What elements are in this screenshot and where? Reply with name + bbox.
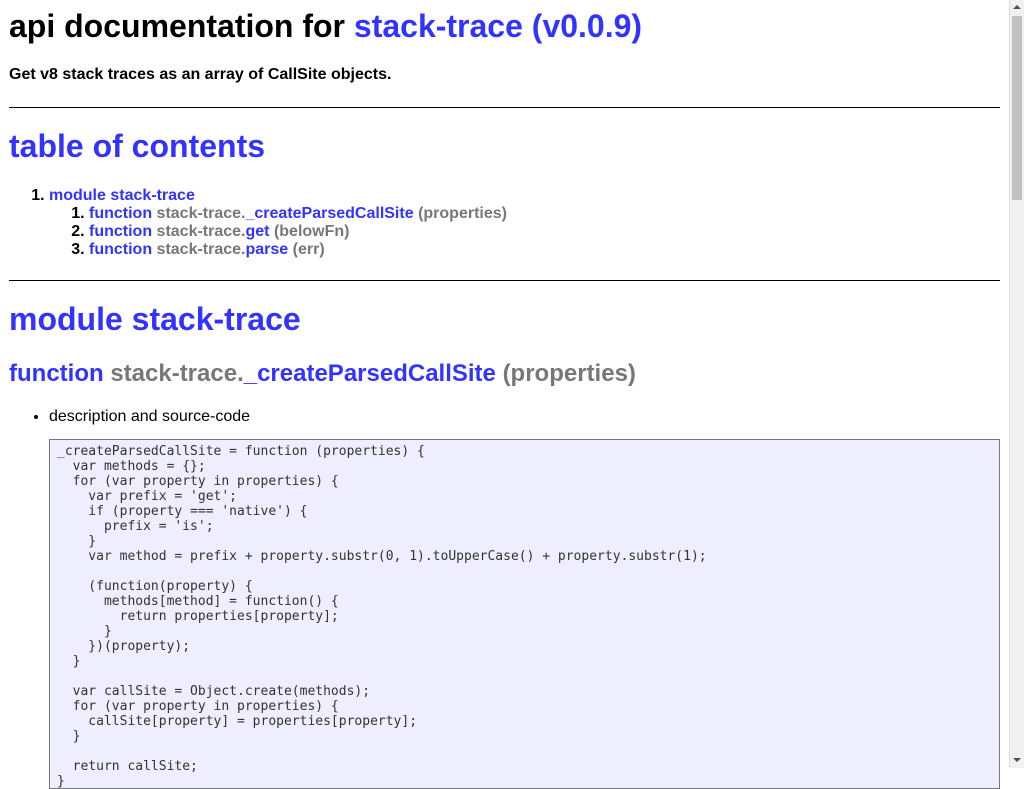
description-bullet: description and source-code [49,408,250,426]
function-title: function stack-trace._createParsedCallSi… [9,360,636,388]
toc-title: table of contents [9,128,266,164]
scroll-thumb[interactable] [1012,16,1022,200]
package-description: Get v8 stack traces as an array of CallS… [9,66,392,83]
toc-ns: stack-trace. [156,223,246,240]
toc-item-createparsedcallsite: function stack-trace._createParsedCallSi… [89,205,507,223]
toc-module-link[interactable]: module stack-trace [49,187,195,204]
toc-link-get[interactable]: function stack-trace.get (belowFn) [89,223,350,240]
toc-kw: function [89,241,153,258]
scroll-down-icon[interactable] [1010,753,1024,768]
toc-link-parse[interactable]: function stack-trace.parse (err) [89,241,325,258]
table-of-contents: module stack-trace function stack-trace.… [9,187,507,259]
toc-link-createparsedcallsite[interactable]: function stack-trace._createParsedCallSi… [89,205,507,222]
toc-item-get: function stack-trace.get (belowFn) [89,223,507,241]
package-link[interactable]: stack-trace (v0.0.9) [354,8,642,44]
page-title: api documentation for stack-trace (v0.0.… [9,8,642,45]
toc-ns: stack-trace. [156,205,246,222]
divider-2 [9,280,1000,281]
page-title-prefix: api documentation for [9,8,345,44]
toc-name: get [245,223,270,240]
divider-1 [9,107,1000,108]
toc-module-item: module stack-trace function stack-trace.… [49,187,507,259]
toc-item-parse: function stack-trace.parse (err) [89,241,507,259]
toc-name: _createParsedCallSite [245,205,414,222]
toc-kw: function [89,205,153,222]
module-title: module stack-trace [9,301,301,337]
toc-kw: function [89,223,153,240]
function-name: _createParsedCallSite [243,360,496,387]
toc-args: (err) [292,241,325,258]
scroll-up-icon[interactable] [1010,0,1024,15]
toc-name: parse [245,241,289,258]
function-details-list: description and source-code [9,408,250,426]
vertical-scrollbar[interactable] [1009,0,1024,768]
function-args: (properties) [502,360,636,387]
toc-ns: stack-trace. [156,241,246,258]
toc-args: (belowFn) [273,223,350,240]
toc-args: (properties) [418,205,507,222]
function-kw: function [9,360,104,387]
function-ns: stack-trace. [110,360,244,387]
source-code-block: _createParsedCallSite = function (proper… [49,439,1000,789]
